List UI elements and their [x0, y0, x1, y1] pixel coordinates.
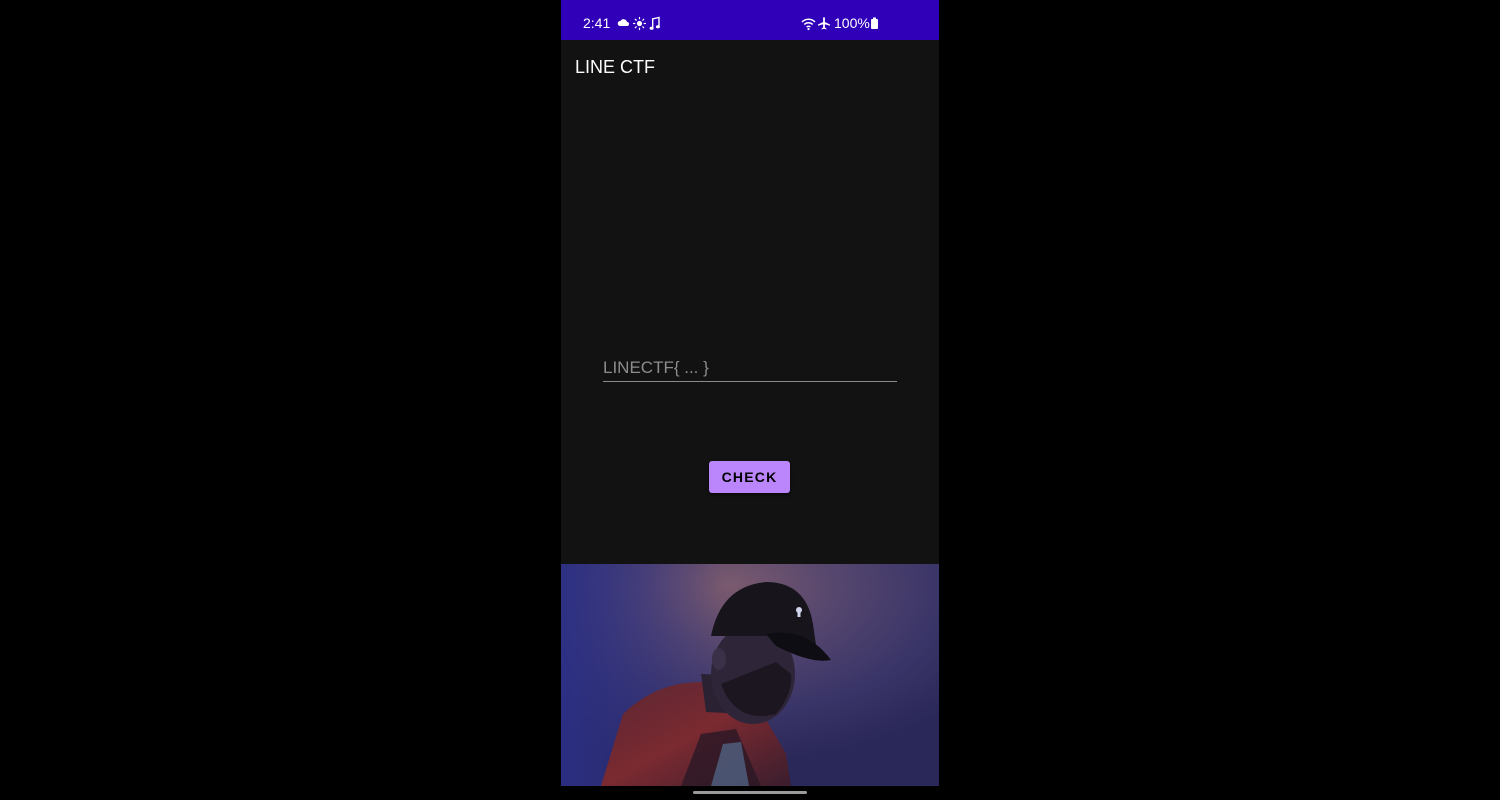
app-title: LINE CTF [575, 57, 656, 77]
wifi-icon [801, 18, 816, 31]
flag-input[interactable] [603, 355, 897, 382]
sun-icon [633, 16, 646, 31]
check-button[interactable]: CHECK [709, 461, 790, 493]
status-bar: 2:41 100% [561, 0, 939, 40]
status-time: 2:41 [583, 15, 611, 31]
home-gesture-handle[interactable] [693, 791, 807, 794]
music-note-icon [649, 16, 660, 30]
cloud-icon [617, 19, 629, 26]
artist-photo-image [561, 564, 939, 786]
battery-percent: 100% [834, 15, 870, 31]
battery-icon [871, 17, 878, 29]
artist-photo [561, 564, 939, 786]
navigation-bar [561, 786, 939, 800]
phone-screen: 2:41 100% LINE CTF LINECTF{...} CHECK [561, 0, 939, 800]
airplane-mode-icon [818, 17, 830, 30]
